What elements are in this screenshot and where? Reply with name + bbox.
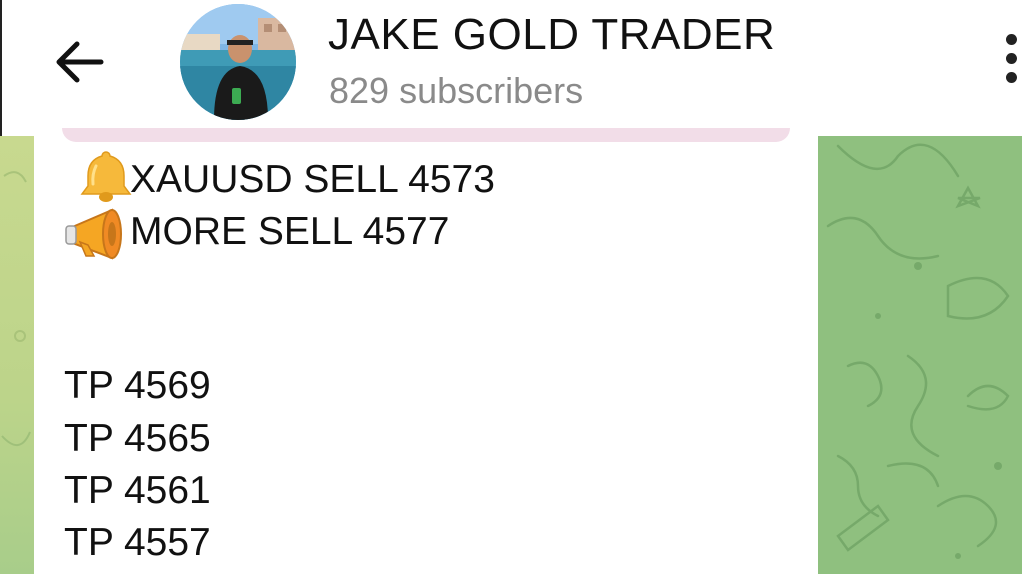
wallpaper-left — [0, 136, 34, 574]
signal-line: XAUUSD SELL 4573 — [130, 158, 495, 201]
more-options-button[interactable] — [1000, 34, 1022, 88]
more-sell-line: MORE SELL 4577 — [130, 210, 450, 253]
more-vertical-icon — [1006, 34, 1017, 45]
back-button[interactable] — [50, 38, 108, 86]
avatar-photo — [180, 4, 296, 120]
chat-header: JAKE GOLD TRADER 829 subscribers — [0, 0, 1022, 136]
menu-dot — [1006, 53, 1017, 64]
doodle-pattern — [1, 171, 31, 446]
message-bubble[interactable]: XAUUSD SELL 4573 MORE SELL 4577 TP 4569 … — [34, 136, 818, 574]
channel-avatar[interactable] — [180, 4, 296, 120]
menu-dot — [1006, 72, 1017, 83]
take-profit-line: TP 4557 — [64, 521, 211, 564]
bell-icon — [80, 151, 132, 202]
take-profit-line: TP 4565 — [64, 417, 211, 460]
megaphone-icon — [65, 208, 122, 260]
wallpaper-right — [818, 136, 1022, 574]
doodle-pattern — [826, 143, 1010, 559]
channel-title[interactable]: JAKE GOLD TRADER — [328, 10, 775, 60]
subscriber-count: 829 subscribers — [329, 70, 584, 111]
arrow-left-icon — [56, 41, 104, 83]
reply-preview-strip[interactable] — [62, 128, 790, 142]
take-profit-line: TP 4569 — [64, 364, 211, 407]
take-profit-line: TP 4561 — [64, 469, 211, 512]
